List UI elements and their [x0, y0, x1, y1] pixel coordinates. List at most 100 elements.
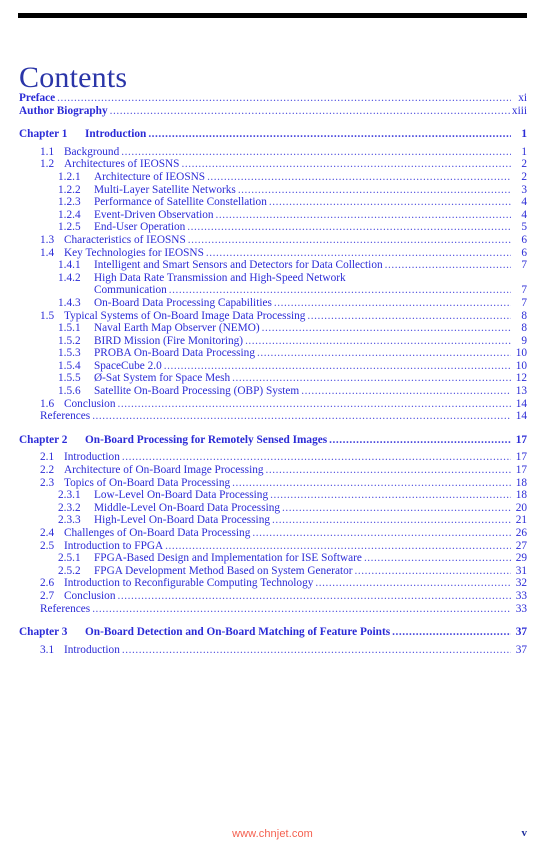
toc-subsection-continuation-label: Communication: [94, 284, 167, 297]
toc-subsection-entry[interactable]: 1.2.3 Performance of Satellite Constellat…: [19, 196, 527, 209]
toc-subsection-entry[interactable]: 1.2.5 End-User Operation 5: [19, 221, 527, 234]
toc-subsection-entry[interactable]: 1.2.1 Architecture of IEOSNS 2: [19, 171, 527, 184]
toc-section-entry-label: Introduction to Reconfigurable Computing…: [64, 577, 314, 590]
toc-chapter-entry-page-number: 37: [515, 626, 527, 639]
toc-section-entry-page-number: 33: [515, 589, 527, 602]
toc-subsection-entry[interactable]: 2.3.1 Low-Level On-Board Data Processing 1…: [19, 489, 527, 502]
toc-chapter-entry-label: Introduction: [85, 128, 147, 141]
toc-subsection-entry[interactable]: 1.5.2 BIRD Mission (Fire Monitoring) 9: [19, 335, 527, 348]
toc-subsection-entry[interactable]: 1.5.4 SpaceCube 2.0 10: [19, 360, 527, 373]
toc-chapter-entry-dot-leader: [329, 434, 511, 447]
toc-front-matter-entry-page-number: xiii: [511, 104, 527, 117]
toc-section-entry-number: 1.1: [40, 145, 55, 158]
toc-section-entry[interactable]: 2.3 Topics of On-Board Data Processing 18: [19, 477, 527, 490]
toc-section-entry[interactable]: 3.1 Introduction 37: [19, 644, 527, 657]
toc-section-entry[interactable]: 1.3 Characteristics of IEOSNS 6: [19, 234, 527, 247]
toc-subsection-entry-label: PROBA On-Board Data Processing: [94, 347, 255, 360]
toc-subsection-entry[interactable]: 2.5.2 FPGA Development Method Based on Sy…: [19, 565, 527, 578]
toc-section-entry[interactable]: 1.5 Typical Systems of On-Board Image Dat…: [19, 310, 527, 323]
toc-section-entry[interactable]: 2.1 Introduction 17: [19, 451, 527, 464]
toc-section-entry-number: 2.2: [40, 464, 55, 477]
toc-section-entry-number: 2.1: [40, 451, 55, 464]
toc-subsection-entry-number: 2.5.1: [58, 552, 81, 565]
toc-subsection-entry-number: 1.2.3: [58, 196, 81, 209]
toc-section-entry-number: 1.3: [40, 233, 55, 246]
toc-section-entry-label: Challenges of On-Board Data Processing: [64, 527, 251, 539]
toc-section-entry-number: 2.6: [40, 577, 55, 590]
toc-section-entry-number: 1.6: [40, 397, 55, 410]
toc-section-entry[interactable]: 2.7 Conclusion 33: [19, 590, 527, 603]
toc-section-entry[interactable]: 1.2 Architectures of IEOSNS 2: [19, 158, 527, 171]
toc-subsection-entry-label: Performance of Satellite Constellation: [94, 196, 267, 209]
toc-subsection-entry-dot-leader: [269, 196, 511, 209]
toc-section-entry-number: 2.3: [40, 476, 55, 489]
toc-subsection-entry-label: Naval Earth Map Observer (NEMO): [94, 322, 260, 335]
footer-page-number: v: [521, 827, 528, 839]
toc-subsection-entry[interactable]: 1.2.2 Multi-Layer Satellite Networks 3: [19, 184, 527, 197]
toc-subsection-entry[interactable]: 1.4.2 High Data Rate Transmission and Hig…: [19, 272, 527, 285]
toc-chapter-entry[interactable]: Chapter 3 On-Board Detection and On-Board…: [19, 626, 527, 639]
toc-section-entry[interactable]: 2.2 Architecture of On-Board Image Proces…: [19, 464, 527, 477]
toc-subsection-entry-dot-leader: [274, 297, 511, 310]
toc-references-entry[interactable]: References 14: [19, 410, 527, 423]
toc-section-entry[interactable]: 1.1 Background 1: [19, 146, 527, 159]
toc-section-entry-label: Architectures of IEOSNS: [64, 158, 180, 171]
toc-chapter-entry-number: Chapter 2: [19, 433, 68, 446]
toc-section-entry[interactable]: 2.4 Challenges of On-Board Data Processin…: [19, 527, 527, 540]
page-title: Contents: [19, 61, 128, 95]
toc-section-entry-page-number: 18: [515, 476, 527, 489]
toc-subsection-entry-page-number: 3: [521, 183, 527, 196]
toc-chapter-entry-dot-leader: [392, 626, 511, 639]
toc-subsection-entry-page-number: 29: [515, 552, 527, 565]
toc-subsection-entry[interactable]: 2.3.3 High-Level On-Board Data Processing…: [19, 514, 527, 527]
toc-section-entry-dot-leader: [117, 398, 511, 411]
toc-subsection-entry-dot-leader: [207, 171, 511, 184]
toc-subsection-entry-number: 1.5.6: [58, 385, 81, 398]
toc-section-entry[interactable]: 2.6 Introduction to Reconfigurable Comput…: [19, 577, 527, 590]
toc-subsection-entry-number: 2.5.2: [58, 564, 81, 577]
toc-chapter-entry[interactable]: Chapter 2 On-Board Processing for Remotel…: [19, 434, 527, 447]
toc-subsection-entry[interactable]: 1.2.4 Event-Driven Observation 4: [19, 209, 527, 222]
toc-front-matter-entry[interactable]: Preface xi: [19, 92, 527, 105]
toc-subsection-entry-label: High Data Rate Transmission and High-Spe…: [94, 271, 346, 284]
toc-subsection-entry-dot-leader: [216, 209, 511, 222]
toc-section-entry-number: 1.5: [40, 309, 55, 322]
toc-section-entry[interactable]: 2.5 Introduction to FPGA 27: [19, 540, 527, 553]
toc-subsection-entry-page-number: 20: [515, 501, 527, 514]
toc-subsection-entry[interactable]: 1.5.1 Naval Earth Map Observer (NEMO) 8: [19, 322, 527, 335]
toc-subsection-entry[interactable]: 1.5.6 Satellite On-Board Processing (OBP)…: [19, 385, 527, 398]
toc-subsection-entry[interactable]: 1.4.1 Intelligent and Smart Sensors and D…: [19, 259, 527, 272]
toc-subsection-entry[interactable]: 1.5.3 PROBA On-Board Data Processing 10: [19, 347, 527, 360]
toc-subsection-entry-number: 2.3.2: [58, 501, 81, 514]
toc-subsection-entry[interactable]: 2.5.1 FPGA-Based Design and Implementatio…: [19, 552, 527, 565]
toc-subsection-entry-dot-leader: [262, 322, 511, 335]
toc-subsection-entry-page-number: 4: [521, 196, 527, 209]
toc-subsection-entry[interactable]: 2.3.2 Middle-Level On-Board Data Processi…: [19, 502, 527, 515]
toc-section-entry[interactable]: 1.4 Key Technologies for IEOSNS 6: [19, 247, 527, 260]
toc-section-entry-page-number: 1: [521, 145, 527, 158]
toc-subsection-entry-label: Low-Level On-Board Data Processing: [94, 489, 269, 502]
toc-subsection-entry-number: 1.4.1: [58, 259, 81, 272]
toc-section-entry-page-number: 17: [515, 451, 527, 464]
toc-subsection-entry-number: 1.5.1: [58, 322, 81, 335]
toc-subsection-entry-dot-leader: [257, 347, 511, 360]
toc-references-entry[interactable]: References 33: [19, 603, 527, 616]
toc-section-entry-label: Key Technologies for IEOSNS: [64, 246, 204, 259]
toc-chapter-entry-page-number: 17: [515, 433, 527, 446]
toc-front-matter-entry[interactable]: Author Biography xiii: [19, 105, 527, 118]
toc-subsection-entry-label: FPGA Development Method Based on System …: [94, 564, 353, 577]
toc-references-entry-page-number: 33: [515, 602, 527, 615]
toc-chapter-entry[interactable]: Chapter 1 Introduction 1: [19, 128, 527, 141]
toc-subsection-continuation[interactable]: Communication 7: [19, 284, 527, 297]
toc-section-entry-page-number: 6: [521, 246, 527, 259]
toc-section-entry[interactable]: 1.6 Conclusion 14: [19, 398, 527, 411]
toc-references-entry-page-number: 14: [515, 410, 527, 423]
toc-subsection-entry-page-number: 9: [521, 334, 527, 347]
toc-subsection-entry[interactable]: 1.4.3 On-Board Data Processing Capabiliti…: [19, 297, 527, 310]
toc-subsection-entry-label: Architecture of IEOSNS: [94, 170, 206, 183]
toc-subsection-entry-dot-leader: [348, 272, 511, 285]
toc-subsection-entry-label: Event-Driven Observation: [94, 208, 214, 221]
toc-section-entry-label: Topics of On-Board Data Processing: [64, 476, 231, 489]
toc-subsection-entry[interactable]: 1.5.5 Ø-Sat System for Space Mesh 12: [19, 372, 527, 385]
toc-section-entry-label: Conclusion: [64, 397, 116, 410]
